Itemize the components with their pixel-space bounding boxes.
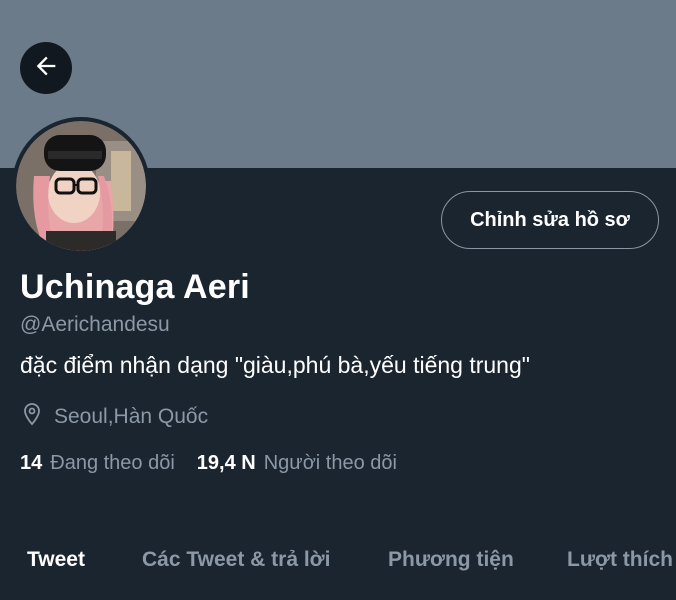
edit-profile-button[interactable]: Chỉnh sửa hồ sơ (441, 191, 659, 249)
bio: đặc điểm nhận dạng "giàu,phú bà,yếu tiến… (20, 352, 530, 378)
following-count: 14 (20, 452, 43, 474)
following-link[interactable]: 14 Đang theo dõi (20, 452, 197, 475)
follow-stats: 14 Đang theo dõi 19,4 N Người theo dõi (20, 452, 419, 475)
followers-count: 19,4 N (196, 452, 256, 474)
arrow-left-icon (32, 52, 60, 85)
avatar[interactable] (12, 117, 150, 255)
tab-tweets-replies[interactable]: Các Tweet & trả lời (142, 548, 330, 572)
followers-label: Người theo dõi (263, 452, 397, 474)
location-text: Seoul,Hàn Quốc (54, 405, 209, 428)
location: Seoul,Hàn Quốc (20, 402, 208, 432)
back-button[interactable] (20, 42, 72, 94)
tab-media[interactable]: Phương tiện (388, 548, 514, 572)
location-pin-icon (20, 402, 54, 432)
avatar-image (16, 121, 146, 251)
following-label: Đang theo dõi (50, 452, 175, 474)
user-handle: @Aerichandesu (20, 313, 170, 336)
tab-likes[interactable]: Lượt thích (567, 548, 673, 572)
followers-link[interactable]: 19,4 N Người theo dõi (197, 452, 419, 475)
display-name: Uchinaga Aeri (20, 268, 250, 306)
tab-tweets[interactable]: Tweet (27, 548, 85, 572)
profile-tabs: Tweet Các Tweet & trả lời Phương tiện Lư… (0, 548, 676, 588)
